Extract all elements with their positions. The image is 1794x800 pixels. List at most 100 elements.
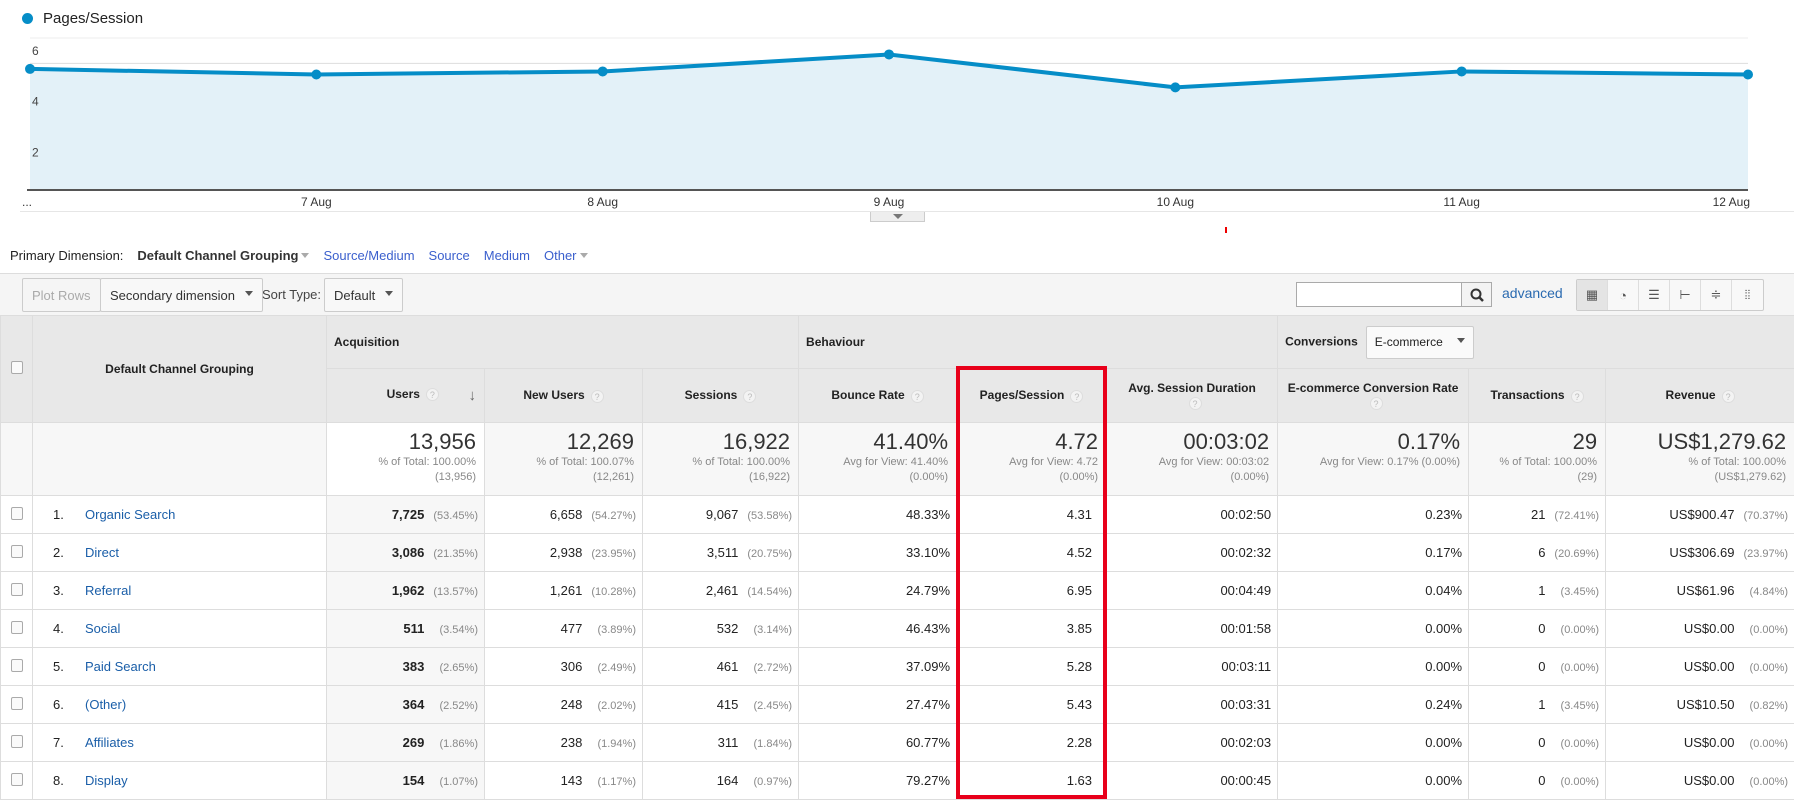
row-checkbox[interactable] (10, 506, 23, 520)
bounce-rate-cell: 79.27% (798, 761, 958, 800)
row-checkbox[interactable] (10, 658, 23, 672)
column-header-users[interactable]: Users? ↓ (326, 368, 485, 423)
new-users-value: 6,658 (549, 507, 583, 522)
legend-label: Pages/Session (43, 10, 144, 27)
channel-link[interactable]: Organic Search (85, 507, 175, 522)
channel-link[interactable]: Paid Search (85, 659, 156, 674)
red-marker (1225, 227, 1227, 233)
pages-session-highlight (956, 366, 1107, 799)
row-checkbox[interactable] (10, 620, 23, 634)
bounce-rate-cell: 27.47% (798, 685, 958, 724)
column-header-bounce-rate[interactable]: Bounce Rate? (798, 368, 958, 423)
chevron-down-icon (245, 290, 254, 300)
table-view-icon[interactable]: ▦ (1577, 280, 1608, 310)
revenue-cell: US$10.50 (0.82%) (1605, 685, 1794, 724)
plot-rows-button[interactable]: Plot Rows (22, 278, 101, 312)
performance-view-icon[interactable]: ☰ (1639, 280, 1670, 310)
conversions-label: Conversions (1285, 334, 1358, 349)
percent: (0.82%) (1749, 700, 1789, 712)
percent: (4.84%) (1749, 586, 1789, 598)
select-all-checkbox[interactable] (10, 361, 23, 374)
users-cell: 383 (2.65%) (326, 647, 485, 686)
channel-link[interactable]: Affiliates (85, 735, 134, 750)
sort-type-value: Default (334, 287, 376, 303)
help-icon[interactable]: ? (910, 389, 924, 403)
channel-link[interactable]: Referral (85, 583, 131, 598)
primary-dimension-selected[interactable]: Default Channel Grouping (137, 248, 310, 263)
help-icon[interactable]: ? (1570, 389, 1584, 403)
help-icon[interactable]: ? (1721, 389, 1735, 403)
help-icon[interactable]: ? (425, 388, 439, 402)
y-tick-label: 2 (32, 145, 39, 159)
x-tick-label: 7 Aug (301, 195, 332, 209)
row-checkbox[interactable] (10, 582, 23, 596)
row-checkbox[interactable] (10, 734, 23, 748)
comparison-view-icon[interactable]: ⊢ (1670, 280, 1701, 310)
transactions-value: 0 (1538, 773, 1546, 788)
percent: (1.86%) (439, 738, 478, 750)
pie-view-icon[interactable]: ◔ (1608, 280, 1639, 310)
column-label: Sessions (684, 388, 738, 403)
help-icon[interactable]: ? (1369, 396, 1383, 410)
y-tick-label: 6 (32, 44, 39, 58)
advanced-link[interactable]: advanced (1502, 285, 1563, 301)
row-checkbox-cell (0, 495, 33, 534)
legend-dot-icon (22, 13, 33, 24)
data-point (311, 69, 322, 80)
dimension-other[interactable]: Other (544, 248, 588, 263)
column-header-new-users[interactable]: New Users? (484, 368, 643, 423)
chart-legend[interactable]: Pages/Session (22, 10, 143, 27)
table-search-input[interactable] (1296, 282, 1462, 307)
revenue-cell: US$0.00 (0.00%) (1605, 609, 1794, 648)
dimension-source[interactable]: Source (429, 248, 470, 263)
channel-cell: 4. Social (32, 609, 327, 648)
data-point (1170, 82, 1181, 93)
row-checkbox[interactable] (10, 696, 23, 710)
percent: (20.75%) (747, 548, 793, 560)
channel-link[interactable]: (Other) (85, 697, 126, 712)
column-header-revenue[interactable]: Revenue? (1605, 368, 1794, 423)
sort-arrow-down-icon[interactable]: ↓ (469, 387, 477, 404)
column-header-avg-session-duration[interactable]: Avg. Session Duration? (1106, 368, 1279, 423)
row-checkbox[interactable] (10, 544, 23, 558)
dimension-medium[interactable]: Medium (484, 248, 530, 263)
search-button[interactable] (1461, 282, 1492, 307)
sort-type-dropdown[interactable]: Default (324, 278, 404, 312)
term-cloud-view-icon[interactable]: ≑ (1701, 280, 1732, 310)
total-sub: % of Total: 100.00% (1499, 456, 1598, 468)
column-header-transactions[interactable]: Transactions? (1468, 368, 1607, 423)
row-checkbox[interactable] (10, 772, 23, 786)
channel-link[interactable]: Display (85, 773, 128, 788)
chart-resize-handle[interactable] (870, 212, 925, 222)
transactions-value: 6 (1538, 545, 1546, 560)
users-value: 269 (402, 735, 425, 750)
new-users-cell: 1,261 (10.28%) (484, 571, 643, 610)
new-users-value: 306 (560, 659, 583, 674)
conversions-dropdown[interactable]: E-commerce (1365, 325, 1474, 359)
chevron-down-icon (1456, 337, 1465, 347)
totals-row: 13,956 % of Total: 100.00% (13,956) 12,269%… (0, 422, 1794, 496)
revenue-cell: US$0.00 (0.00%) (1605, 647, 1794, 686)
row-index: 4. (53, 621, 64, 636)
new-users-value: 143 (560, 773, 583, 788)
channel-link[interactable]: Direct (85, 545, 119, 560)
channel-link[interactable]: Social (85, 621, 120, 636)
help-icon[interactable]: ? (743, 389, 757, 403)
bounce-rate-cell: 60.77% (798, 723, 958, 762)
sessions-cell: 461 (2.72%) (641, 647, 800, 686)
help-icon[interactable]: ? (1188, 396, 1202, 410)
column-label: Revenue (1665, 388, 1716, 403)
sessions-cell: 164 (0.97%) (641, 761, 800, 800)
pivot-view-icon[interactable]: ⦙⦙ (1732, 280, 1763, 310)
view-switcher: ▦ ◔ ☰ ⊢ ≑ ⦙⦙ (1576, 279, 1764, 311)
table-row: 1. Organic Search 7,725 (53.45%) 6,658 (5… (0, 495, 1794, 534)
percent: (0.00%) (1749, 662, 1789, 674)
dimension-source-medium[interactable]: Source/Medium (323, 248, 414, 263)
conversion-rate-value: 0.23% (1425, 507, 1463, 522)
column-header-e-commerce-conversion-rate[interactable]: E-commerce Conversion Rate? (1277, 368, 1470, 423)
duration-cell: 00:02:03 (1106, 723, 1279, 762)
secondary-dimension-dropdown[interactable]: Secondary dimension (100, 278, 264, 312)
help-icon[interactable]: ? (590, 389, 604, 403)
select-all-cell (0, 315, 33, 423)
column-header-sessions[interactable]: Sessions? (641, 368, 800, 423)
